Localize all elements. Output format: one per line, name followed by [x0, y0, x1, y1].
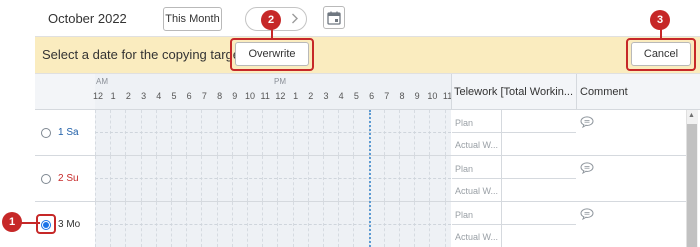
- divider: [452, 224, 576, 225]
- day-label: 3 Mo: [58, 219, 81, 230]
- date-radio[interactable]: [41, 174, 51, 184]
- pm-label: PM: [274, 77, 286, 86]
- day-label: 2 Su: [58, 173, 79, 184]
- hour-label: 3: [141, 91, 147, 101]
- date-radio[interactable]: [41, 128, 51, 138]
- callout-2-badge: 2: [261, 10, 281, 30]
- scroll-up-arrow[interactable]: ▲: [688, 112, 695, 119]
- callout-1-badge: 1: [2, 212, 22, 232]
- month-label: October 2022: [48, 11, 127, 26]
- hour-label: 5: [353, 91, 359, 101]
- hour-label: 12: [275, 91, 286, 101]
- hour-label: 1: [293, 91, 299, 101]
- day-label: 1 Sa: [58, 127, 79, 138]
- am-label: AM: [96, 77, 108, 86]
- hour-label: 11: [260, 91, 270, 101]
- next-month-button[interactable]: [285, 8, 305, 30]
- hour-label: 7: [201, 91, 207, 101]
- comment-icon[interactable]: [580, 207, 594, 221]
- hour-label: 6: [186, 91, 192, 101]
- this-month-button[interactable]: This Month: [163, 7, 222, 31]
- hour-label: 2: [308, 91, 314, 101]
- chevron-right-icon: [292, 13, 298, 24]
- callout-3-badge: 3: [650, 10, 670, 30]
- row-midline: [95, 224, 451, 225]
- hour-label: 12: [92, 91, 103, 101]
- plan-label: Plan: [455, 210, 474, 220]
- scrollbar-thumb[interactable]: [687, 124, 697, 247]
- hour-label: 9: [232, 91, 238, 101]
- calendar-button[interactable]: [323, 6, 345, 29]
- hour-label: 10: [427, 91, 438, 101]
- actual-label: Actual W...: [455, 232, 499, 242]
- divider: [501, 202, 502, 247]
- actual-label: Actual W...: [455, 140, 499, 150]
- plan-label: Plan: [455, 118, 474, 128]
- telework-column-header: Telework [Total Workin...: [454, 86, 574, 98]
- comment-icon[interactable]: [580, 115, 594, 129]
- hour-label: 2: [125, 91, 131, 101]
- hour-label: 9: [414, 91, 420, 101]
- row-midline: [95, 132, 451, 133]
- hour-label: 7: [384, 91, 390, 101]
- hour-label: 5: [171, 91, 177, 101]
- divider: [501, 156, 502, 201]
- toolbar: [35, 0, 700, 37]
- current-time-line: [369, 110, 371, 247]
- hour-label: 8: [399, 91, 405, 101]
- calendar-icon: [327, 11, 341, 25]
- row-midline: [95, 178, 451, 179]
- copy-instruction-text: Select a date for the copying target.: [42, 47, 248, 62]
- hour-label: 4: [338, 91, 344, 101]
- actual-label: Actual W...: [455, 186, 499, 196]
- cancel-button[interactable]: Cancel: [631, 42, 691, 66]
- hour-label: 6: [369, 91, 375, 101]
- comment-icon[interactable]: [580, 161, 594, 175]
- plan-label: Plan: [455, 164, 474, 174]
- hour-label: 10: [244, 91, 255, 101]
- hour-label: 3: [323, 91, 329, 101]
- comment-column-header: Comment: [580, 86, 628, 98]
- divider: [501, 110, 502, 155]
- overwrite-button[interactable]: Overwrite: [235, 42, 309, 66]
- divider: [452, 178, 576, 179]
- radio-highlight: [36, 214, 56, 234]
- divider: [452, 132, 576, 133]
- hour-label: 1: [110, 91, 116, 101]
- hour-label: 4: [156, 91, 162, 101]
- hour-label: 8: [217, 91, 223, 101]
- hour-label: 11: [442, 91, 453, 101]
